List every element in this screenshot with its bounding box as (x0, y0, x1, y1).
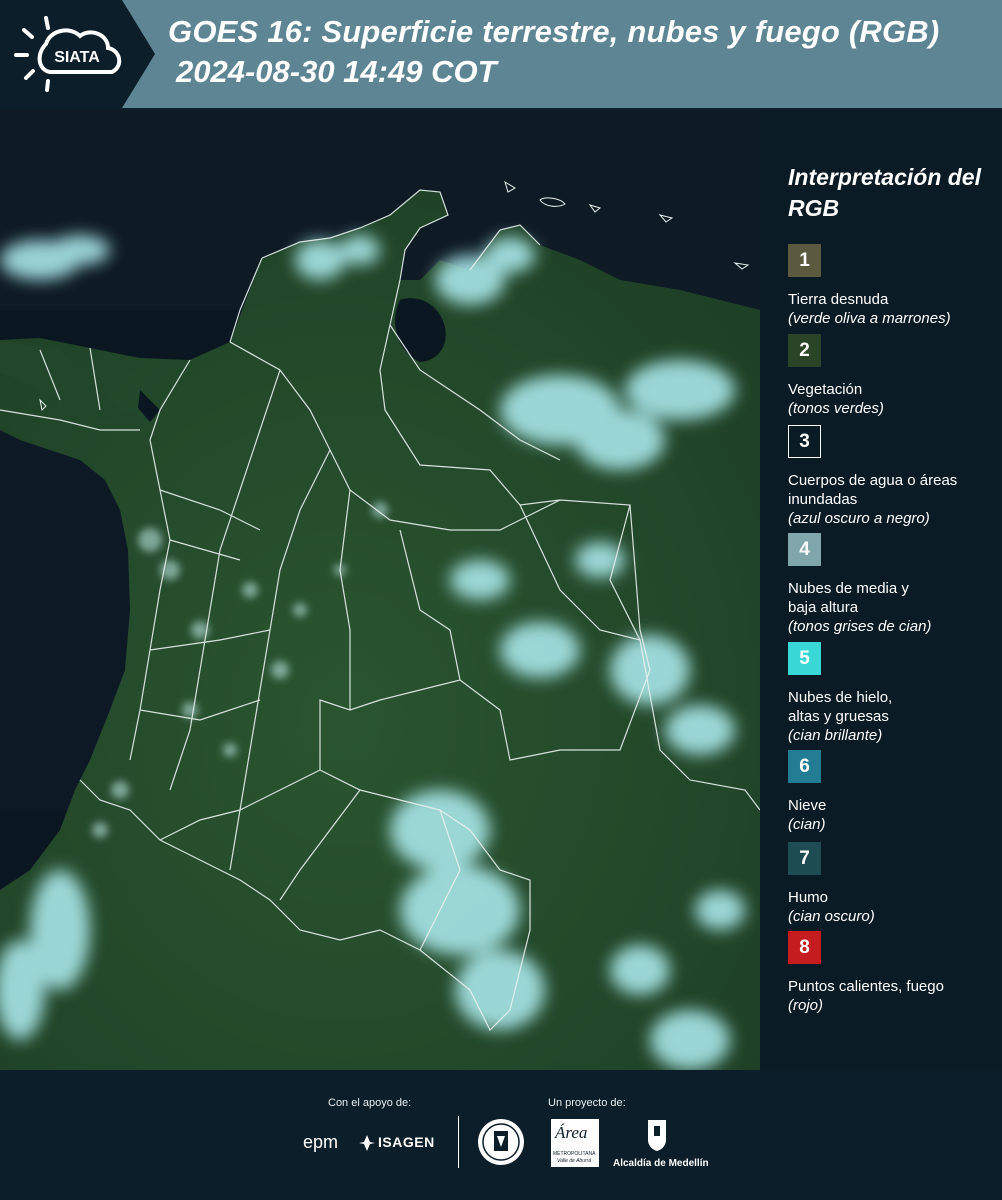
legend-item-7: 7 Humo (cian oscuro) (788, 842, 998, 926)
legend-item-8: 8 Puntos calientes, fuego (rojo) (788, 931, 998, 1015)
timestamp: 2024-08-30 14:49 COT (176, 54, 497, 89)
legend-label: Nubes de hielo, altas y gruesas (788, 689, 893, 725)
legend-swatch: 6 (788, 750, 821, 783)
legend-note: (cian oscuro) (788, 908, 875, 925)
legend-note: (verde oliva a marrones) (788, 310, 951, 327)
legend-swatch: 4 (788, 533, 821, 566)
legend-swatch: 5 (788, 642, 821, 675)
legend-swatch: 1 (788, 244, 821, 277)
footer-divider (458, 1116, 459, 1168)
satellite-map (0, 110, 760, 1070)
alcaldia-shield-icon (646, 1118, 668, 1152)
legend-swatch: 3 (788, 425, 821, 458)
legend-swatch: 8 (788, 931, 821, 964)
isagen-icon (358, 1134, 376, 1152)
legend-note: (tonos grises de cian) (788, 618, 932, 635)
legend-label: Tierra desnuda (788, 291, 889, 308)
legend-item-4: 4 Nubes de media y baja altura (tonos gr… (788, 533, 998, 636)
legend-swatch: 2 (788, 334, 821, 367)
project-label: Un proyecto de: (548, 1097, 626, 1109)
legend-swatch: 7 (788, 842, 821, 875)
legend-item-3: 3 Cuerpos de agua o áreas inundadas (azu… (788, 425, 998, 528)
siata-logo-text: SIATA (54, 49, 100, 66)
siata-logo: SIATA (0, 0, 155, 108)
legend-label: Nubes de media y baja altura (788, 580, 909, 616)
legend-item-6: 6 Nieve (cian) (788, 750, 998, 834)
page-title: GOES 16: Superficie terrestre, nubes y f… (168, 14, 940, 49)
legend-label: Nieve (788, 797, 827, 814)
legend-label: Puntos calientes, fuego (788, 978, 944, 995)
alcaldia-logo-text: Alcaldía de Medellín (613, 1158, 709, 1169)
legend-label: Vegetación (788, 381, 863, 398)
legend-note: (tonos verdes) (788, 400, 884, 417)
legend-panel: Interpretación del RGB 1 Tierra desnuda … (760, 110, 1002, 1070)
footer: Con el apoyo de: Un proyecto de: epm ISA… (0, 1070, 1002, 1200)
university-seal-icon (477, 1116, 525, 1168)
legend-item-5: 5 Nubes de hielo, altas y gruesas (cian … (788, 642, 998, 745)
support-label: Con el apoyo de: (328, 1097, 412, 1109)
legend-label: Cuerpos de agua o áreas inundadas (788, 472, 958, 508)
legend-title: Interpretación del RGB (788, 164, 981, 221)
header: SIATA GOES 16: Superficie terrestre, nub… (0, 0, 1002, 108)
legend-note: (cian brillante) (788, 727, 883, 744)
area-metropolitana-logo: Área METROPOLITANA Valle de Aburrá (551, 1119, 599, 1167)
legend-note: (cian) (788, 816, 826, 833)
legend-note: (rojo) (788, 997, 824, 1014)
epm-logo: epm (303, 1132, 339, 1152)
legend-label: Humo (788, 889, 829, 906)
legend-note: (azul oscuro a negro) (788, 510, 930, 527)
isagen-logo: ISAGEN (378, 1134, 435, 1150)
legend-item-2: 2 Vegetación (tonos verdes) (788, 334, 998, 418)
legend-item-1: 1 Tierra desnuda (verde oliva a marrones… (788, 244, 998, 328)
